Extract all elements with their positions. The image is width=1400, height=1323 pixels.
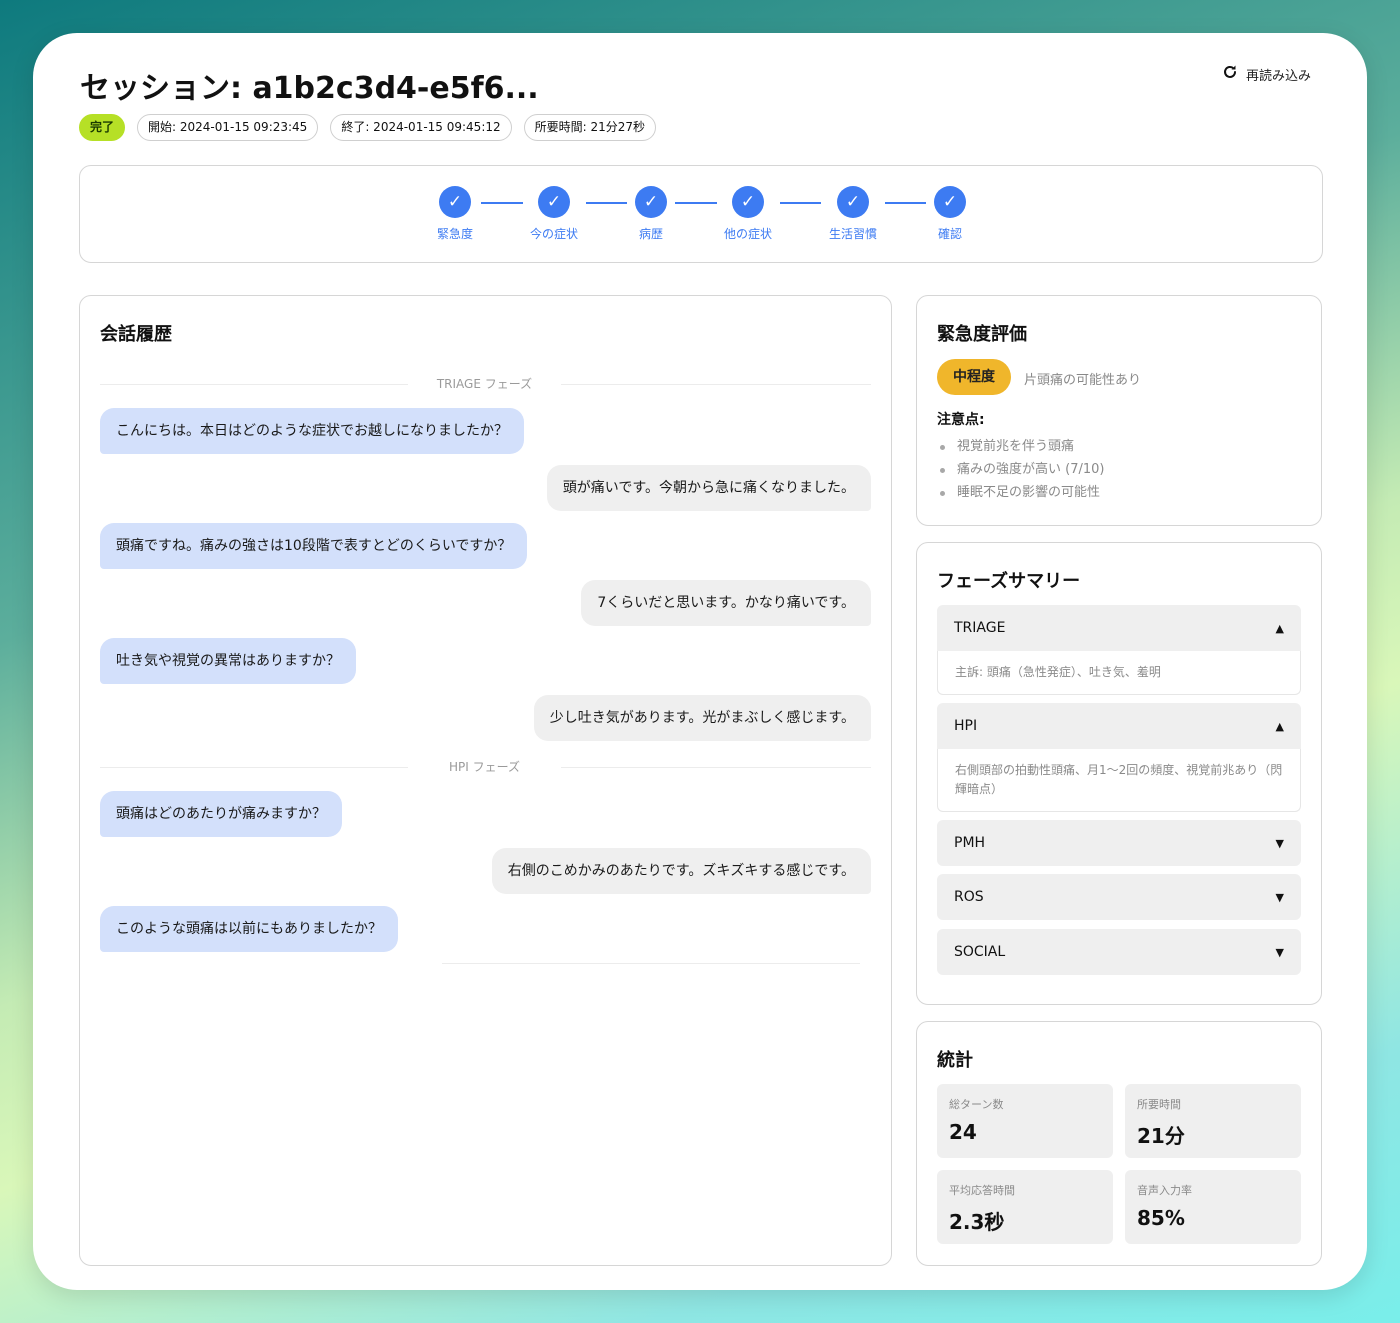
points-list: 視覚前兆を伴う頭痛 痛みの強度が高い (7/10) 睡眠不足の影響の可能性	[937, 435, 1104, 504]
phase-divider: TRIAGE フェーズ	[100, 376, 871, 392]
accordion-header[interactable]: SOCIAL ▼	[937, 929, 1301, 975]
assistant-message: こんにちは。本日はどのような症状でお越しになりましたか？	[100, 408, 524, 454]
refresh-icon	[1222, 64, 1238, 84]
step-current-symptoms[interactable]: ✓ 今の症状	[509, 186, 599, 242]
step-urgency[interactable]: ✓ 緊急度	[410, 186, 500, 242]
user-message: 右側のこめかみのあたりです。ズキズキする感じです。	[491, 848, 871, 894]
phase-label: HPI フェーズ	[448, 760, 520, 774]
accordion-header[interactable]: TRIAGE ▲	[937, 605, 1301, 651]
reload-label: 再読み込み	[1245, 68, 1311, 84]
step-label: 生活習慣	[828, 227, 877, 241]
user-message: 頭が痛いです。今朝から急に痛くなりました。	[546, 465, 871, 511]
assistant-message: 吐き気や視覚の異常はありますか？	[100, 638, 356, 684]
chevron-down-icon: ▼	[1275, 945, 1284, 959]
stat-value: 21分	[1137, 1124, 1185, 1148]
stats-panel: 統計 総ターン数 24 所要時間 21分 平均応答時間 2.3秒 音声入力率 8…	[916, 1021, 1322, 1266]
check-icon: ✓	[732, 186, 764, 218]
accordion-triage: TRIAGE ▲ 主訴: 頭痛（急性発症）、吐き気、羞明	[937, 605, 1301, 695]
chevron-down-icon: ▼	[1275, 836, 1284, 850]
stat-voice-rate: 音声入力率 85%	[1125, 1170, 1301, 1244]
phase-divider: HPI フェーズ	[100, 759, 871, 775]
accordion-body: 右側頭部の拍動性頭痛、月1〜2回の頻度、視覚前兆あり（閃輝暗点）	[937, 749, 1301, 812]
stat-value: 2.3秒	[949, 1210, 1005, 1234]
accordion-label: TRIAGE	[954, 620, 1006, 636]
chevron-up-icon: ▲	[1275, 719, 1284, 733]
chat-title: 会話履歴	[100, 324, 172, 345]
duration-badge: 所要時間: 21分27秒	[523, 114, 657, 141]
urgency-title: 緊急度評価	[937, 324, 1027, 345]
chat-end-divider	[442, 963, 860, 964]
check-icon: ✓	[635, 186, 667, 218]
accordion-body: 主訴: 頭痛（急性発症）、吐き気、羞明	[937, 651, 1301, 695]
urgency-note: 片頭痛の可能性あり	[1024, 373, 1142, 388]
assistant-message: 頭痛はどのあたりが痛みますか？	[100, 791, 342, 837]
stat-label: 平均応答時間	[949, 1184, 1015, 1197]
accordion-label: PMH	[954, 835, 986, 851]
start-time-badge: 開始: 2024-01-15 09:23:45	[137, 114, 319, 141]
stat-label: 総ターン数	[949, 1098, 1004, 1111]
stat-total-turns: 総ターン数 24	[937, 1084, 1113, 1158]
user-message: 少し吐き気があります。光がまぶしく感じます。	[533, 695, 871, 741]
accordion-header[interactable]: PMH ▼	[937, 820, 1301, 866]
check-icon: ✓	[538, 186, 570, 218]
accordion-hpi: HPI ▲ 右側頭部の拍動性頭痛、月1〜2回の頻度、視覚前兆あり（閃輝暗点）	[937, 703, 1301, 812]
urgency-panel: 緊急度評価 中程度 片頭痛の可能性あり 注意点: 視覚前兆を伴う頭痛 痛みの強度…	[916, 295, 1322, 526]
stat-avg-response: 平均応答時間 2.3秒	[937, 1170, 1113, 1244]
step-label: 緊急度	[436, 227, 473, 241]
chevron-down-icon: ▼	[1275, 890, 1284, 904]
assistant-message: 頭痛ですね。痛みの強さは10段階で表すとどのくらいですか？	[100, 523, 528, 569]
urgency-level-badge: 中程度	[937, 359, 1011, 395]
stat-value: 24	[949, 1120, 977, 1144]
points-heading: 注意点:	[937, 412, 985, 428]
session-window: セッション: a1b2c3d4-e5f6... 再読み込み 完了 開始: 202…	[33, 33, 1367, 1290]
accordion-social: SOCIAL ▼	[937, 929, 1301, 975]
accordion-label: ROS	[954, 889, 984, 905]
step-confirm[interactable]: ✓ 確認	[905, 186, 995, 242]
stats-title: 統計	[937, 1050, 973, 1071]
step-history[interactable]: ✓ 病歴	[606, 186, 696, 242]
accordion-pmh: PMH ▼	[937, 820, 1301, 866]
stat-value: 85%	[1137, 1206, 1185, 1230]
accordion-header[interactable]: HPI ▲	[937, 703, 1301, 749]
user-message: 7くらいだと思います。かなり痛いです。	[581, 580, 871, 626]
reload-button[interactable]: 再読み込み	[1222, 64, 1311, 84]
assistant-message: このような頭痛は以前にもありましたか？	[100, 906, 398, 952]
phase-summary-panel: フェーズサマリー TRIAGE ▲ 主訴: 頭痛（急性発症）、吐き気、羞明 HP…	[916, 542, 1322, 1005]
chat-history-panel[interactable]: 会話履歴 TRIAGE フェーズ こんにちは。本日はどのような症状でお越しになり…	[79, 295, 892, 1266]
chevron-up-icon: ▲	[1275, 621, 1284, 635]
list-item: 痛みの強度が高い (7/10)	[937, 458, 1104, 481]
step-label: 病歴	[638, 227, 663, 241]
stat-label: 所要時間	[1137, 1098, 1181, 1111]
accordion-label: HPI	[954, 718, 978, 734]
step-label: 確認	[937, 227, 962, 241]
accordion-label: SOCIAL	[954, 944, 1006, 960]
accordion-ros: ROS ▼	[937, 874, 1301, 920]
check-icon: ✓	[439, 186, 471, 218]
end-time-badge: 終了: 2024-01-15 09:45:12	[330, 114, 512, 141]
check-icon: ✓	[837, 186, 869, 218]
step-other-symptoms[interactable]: ✓ 他の症状	[703, 186, 793, 242]
session-meta: 完了 開始: 2024-01-15 09:23:45 終了: 2024-01-1…	[79, 114, 657, 141]
check-icon: ✓	[934, 186, 966, 218]
step-label: 他の症状	[723, 227, 772, 241]
accordion-header[interactable]: ROS ▼	[937, 874, 1301, 920]
phase-label: TRIAGE フェーズ	[436, 377, 533, 391]
summary-title: フェーズサマリー	[937, 571, 1081, 592]
stat-label: 音声入力率	[1137, 1184, 1192, 1197]
list-item: 睡眠不足の影響の可能性	[937, 481, 1104, 504]
list-item: 視覚前兆を伴う頭痛	[937, 435, 1104, 458]
phase-stepper: ✓ 緊急度 ✓ 今の症状 ✓ 病歴 ✓ 他の症状 ✓ 生活習慣 ✓ 確認	[79, 165, 1323, 263]
page-title: セッション: a1b2c3d4-e5f6...	[80, 71, 539, 106]
step-lifestyle[interactable]: ✓ 生活習慣	[808, 186, 898, 242]
stat-duration: 所要時間 21分	[1125, 1084, 1301, 1158]
step-label: 今の症状	[529, 227, 578, 241]
status-badge: 完了	[79, 114, 126, 141]
